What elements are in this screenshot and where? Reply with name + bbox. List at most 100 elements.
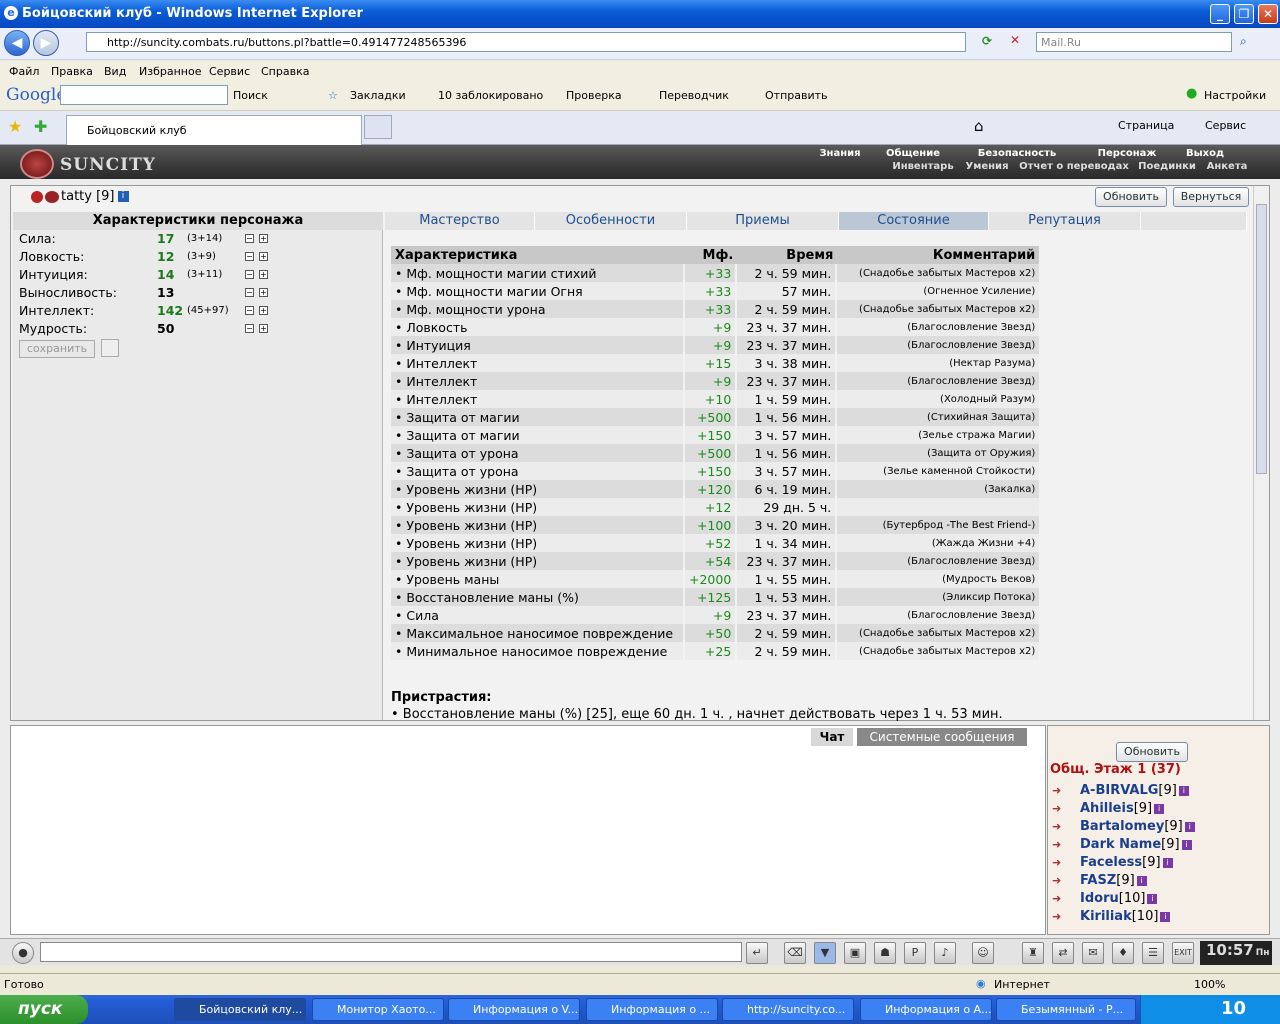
page-menu[interactable]: Страница xyxy=(1118,119,1174,132)
zoom-level[interactable]: 100% xyxy=(1194,978,1225,991)
send-icon[interactable]: ↵ xyxy=(746,942,768,964)
menu-help[interactable]: Справка xyxy=(261,65,309,78)
forum-icon[interactable]: ☰ xyxy=(1142,942,1164,964)
minus-icon[interactable]: − xyxy=(245,252,254,261)
service-menu[interactable]: Сервис xyxy=(1205,119,1246,132)
bookmarks-button[interactable]: Закладки xyxy=(350,89,406,102)
minus-icon[interactable]: − xyxy=(245,270,254,279)
new-tab-button[interactable] xyxy=(364,115,392,139)
info-icon[interactable]: i xyxy=(1136,875,1147,886)
task-item[interactable]: Информация о V... xyxy=(448,998,580,1021)
mail-icon[interactable]: ✉ xyxy=(1082,942,1104,964)
chat-smile-icon[interactable]: ● xyxy=(12,942,34,964)
whisper-icon[interactable]: ➜ xyxy=(1052,836,1080,854)
refresh-icon[interactable]: ⟳ xyxy=(982,34,992,48)
info-icon[interactable]: i xyxy=(1154,803,1165,814)
tab-features[interactable]: Особенности xyxy=(535,212,687,230)
send-button[interactable]: Отправить xyxy=(765,89,828,102)
search-icon[interactable]: ⌕ xyxy=(1240,34,1247,49)
online-user[interactable]: ➜ Ahilleis[9] i xyxy=(1052,800,1165,818)
whisper-icon[interactable]: ➜ xyxy=(1052,800,1080,818)
private-icon[interactable]: P xyxy=(904,942,926,964)
online-user[interactable]: ➜ Faceless[9] i xyxy=(1052,854,1173,872)
subnav-profile[interactable]: Анкета xyxy=(1202,160,1252,173)
subnav-battles[interactable]: Поединки xyxy=(1134,160,1200,173)
menu-service[interactable]: Сервис xyxy=(209,65,250,78)
task-item[interactable]: Информация о ... xyxy=(586,998,718,1021)
nav-knowledge[interactable]: Знания xyxy=(812,147,868,160)
whisper-icon[interactable]: ➜ xyxy=(1052,872,1080,890)
plus-icon[interactable]: + xyxy=(259,306,268,315)
task-item[interactable]: Монитор Хаото... xyxy=(312,998,444,1021)
add-favorite-icon[interactable]: ✚ xyxy=(34,117,47,136)
stop-icon[interactable]: ✕ xyxy=(1010,33,1020,47)
url-field[interactable]: http://suncity.combats.ru/buttons.pl?bat… xyxy=(86,32,966,52)
tab-reputation[interactable]: Репутация xyxy=(989,212,1141,230)
google-search-button[interactable]: Поиск xyxy=(233,89,268,102)
plus-icon[interactable]: + xyxy=(259,270,268,279)
google-search-input[interactable] xyxy=(60,85,228,105)
menu-file[interactable]: Файл xyxy=(9,65,39,78)
info-icon[interactable]: i xyxy=(117,191,129,202)
whisper-icon[interactable]: ➜ xyxy=(1052,854,1080,872)
info-icon[interactable]: i xyxy=(1160,911,1171,922)
scrollbar[interactable] xyxy=(1253,186,1269,720)
whisper-icon[interactable]: ➜ xyxy=(1052,908,1080,926)
save-button[interactable]: сохранить xyxy=(19,340,95,358)
fight-icon[interactable]: ☗ xyxy=(874,942,896,964)
menu-favorites[interactable]: Избранное xyxy=(139,65,201,78)
tab-chat[interactable]: Чат xyxy=(811,728,853,746)
minus-icon[interactable]: − xyxy=(245,306,254,315)
tab-state[interactable]: Состояние xyxy=(839,212,989,230)
blocked-popups[interactable]: 10 заблокировано xyxy=(438,89,543,102)
info-icon[interactable]: i xyxy=(1178,785,1189,796)
tab-active[interactable]: Бойцовский клуб xyxy=(66,115,362,145)
translator-button[interactable]: Переводчик xyxy=(659,89,729,102)
subnav-skills[interactable]: Умения xyxy=(962,160,1012,173)
close-button[interactable]: ✕ xyxy=(1258,4,1278,24)
whisper-icon[interactable]: ➜ xyxy=(1052,782,1080,800)
chat-input[interactable] xyxy=(40,942,742,962)
whisper-icon[interactable]: ➜ xyxy=(1052,890,1080,908)
sound-icon[interactable]: ♪ xyxy=(934,942,956,964)
tab-system-messages[interactable]: Системные сообщения xyxy=(857,728,1027,746)
info-icon[interactable]: i xyxy=(1162,857,1173,868)
menu-edit[interactable]: Правка xyxy=(51,65,93,78)
start-button[interactable]: пуск xyxy=(0,995,88,1024)
refresh-button[interactable]: Обновить xyxy=(1095,187,1167,207)
search-input[interactable]: Mail.Ru xyxy=(1036,32,1232,52)
info-icon[interactable]: i xyxy=(1184,821,1195,832)
tab-techniques[interactable]: Приемы xyxy=(687,212,839,230)
back-link-button[interactable]: Вернуться xyxy=(1173,187,1249,207)
whisper-icon[interactable]: ➜ xyxy=(1052,818,1080,836)
gift-icon[interactable]: ♦ xyxy=(1112,942,1134,964)
task-item[interactable]: http://suncity.co... xyxy=(722,998,854,1021)
subnav-transfer-report[interactable]: Отчет о переводах xyxy=(1016,160,1132,173)
plus-icon[interactable]: + xyxy=(259,288,268,297)
nav-exit[interactable]: Выход xyxy=(1176,147,1234,160)
favorites-star-icon[interactable]: ★ xyxy=(8,117,22,136)
plus-icon[interactable]: + xyxy=(259,324,268,333)
online-refresh-button[interactable]: Обновить xyxy=(1116,742,1188,762)
bag-icon[interactable]: ♜ xyxy=(1022,942,1044,964)
menu-view[interactable]: Вид xyxy=(104,65,126,78)
google-settings-button[interactable]: Настройки xyxy=(1204,89,1266,102)
online-user[interactable]: ➜ Idoru[10] i xyxy=(1052,890,1158,908)
filter-icon[interactable]: ▼ xyxy=(814,942,836,964)
minus-icon[interactable]: − xyxy=(245,234,254,243)
forward-button[interactable]: ▶ xyxy=(33,30,59,56)
plus-icon[interactable]: + xyxy=(259,252,268,261)
home-icon[interactable]: ⌂ xyxy=(974,117,984,135)
info-icon[interactable]: i xyxy=(1147,893,1158,904)
task-item[interactable]: Информация о А... xyxy=(860,998,992,1021)
plus-icon[interactable]: + xyxy=(259,234,268,243)
nav-character[interactable]: Персонаж xyxy=(1088,147,1166,160)
smiles-icon[interactable]: ☺ xyxy=(972,942,994,964)
exit-icon[interactable]: EXIT xyxy=(1172,942,1194,964)
clear-icon[interactable]: ⌫ xyxy=(784,942,806,964)
transfer-icon[interactable]: ⇄ xyxy=(1052,942,1074,964)
nav-communication[interactable]: Общение xyxy=(878,147,948,160)
subnav-inventory[interactable]: Инвентарь xyxy=(888,160,958,173)
online-user[interactable]: ➜ Dark Name[9] i xyxy=(1052,836,1192,854)
info-icon[interactable]: i xyxy=(1181,839,1192,850)
